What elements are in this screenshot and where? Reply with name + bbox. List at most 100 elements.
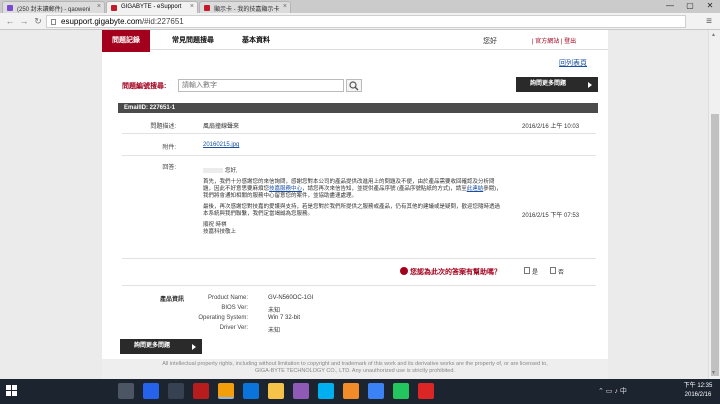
- no-checkbox[interactable]: [550, 267, 556, 274]
- tab-question-records[interactable]: 問題記錄: [102, 30, 150, 52]
- tab-title: GIGABYTE - eSupport: [121, 4, 182, 10]
- button-label: 詢問更多問題: [530, 81, 567, 87]
- upload-icon[interactable]: [368, 383, 384, 399]
- arrow-right-icon: [588, 82, 592, 88]
- footer-line-2: GIGA-BYTE TECHNOLOGY CO., LTD. Any unaut…: [255, 368, 455, 374]
- top-navigation: 問題記錄 常見問題搜尋 基本資料 您好 | 官方網站 | 登出: [102, 30, 608, 52]
- reply-salutation: 您好,: [225, 168, 238, 174]
- skype-icon[interactable]: [318, 383, 334, 399]
- search-label: 問題編號搜尋:: [122, 83, 167, 90]
- page-viewport: 問題記錄 常見問題搜尋 基本資料 您好 | 官方網站 | 登出 回列表頁 問題編…: [0, 30, 720, 379]
- search-button[interactable]: [346, 79, 362, 92]
- yes-label: 是: [532, 270, 539, 276]
- reload-icon[interactable]: ↻: [32, 15, 44, 27]
- esupport-page: 問題記錄 常見問題搜尋 基本資料 您好 | 官方網站 | 登出 回列表頁 問題編…: [102, 30, 608, 379]
- subject-label: 問題描述:: [150, 124, 176, 130]
- windows-start-icon[interactable]: [6, 385, 18, 397]
- explorer-icon[interactable]: [268, 383, 284, 399]
- tab-gigabyte-esupport[interactable]: GIGABYTE - eSupport ×: [106, 1, 198, 13]
- reply-paragraph-2: 最後，再次感謝您對技嘉的愛護與支持，若是您對於我們所提供之服務或產品，仍有其他的…: [203, 204, 501, 217]
- back-arrow-icon[interactable]: ←: [4, 15, 16, 27]
- close-window-button[interactable]: ✕: [700, 0, 720, 13]
- reply-text: ，請您再次來信告知，並提供產品序號 (產品序號貼紙的方式)，請至: [302, 186, 467, 192]
- service-center-link[interactable]: 技嘉服務中心: [269, 186, 302, 192]
- driver-ver-value: 未知: [268, 328, 281, 334]
- onenote-icon[interactable]: [293, 383, 309, 399]
- scroll-down-icon[interactable]: ▼: [711, 370, 716, 376]
- product-name-label: Product Name:: [207, 295, 248, 301]
- rss-icon[interactable]: [343, 383, 359, 399]
- yes-checkbox[interactable]: [524, 267, 530, 274]
- url-path: /#id:227651: [141, 17, 184, 26]
- official-site-logout-links[interactable]: | 官方網站 | 登出: [532, 36, 576, 45]
- page-scrollbar[interactable]: ▲ ▼: [708, 30, 720, 379]
- reply-sign-2: 技嘉科技敬上: [203, 229, 237, 235]
- clock-date: 2016/2/16: [684, 392, 712, 398]
- reply-label: 回答:: [162, 165, 176, 171]
- gigabyte-icon: [111, 5, 117, 11]
- line-icon[interactable]: [393, 383, 409, 399]
- this-link[interactable]: 此連結: [467, 186, 484, 192]
- tab-graphics-card[interactable]: 顯示卡 - 我的技嘉顯示卡 ×: [199, 1, 291, 13]
- helpful-feedback: 您認為此次的答案有幫助嗎？ 是 否: [400, 267, 590, 277]
- reply-date: 2016/2/15 下午 07:53: [522, 213, 580, 219]
- bios-ver-label: BIOS Ver:: [221, 305, 248, 311]
- close-icon[interactable]: ×: [190, 3, 194, 10]
- close-icon[interactable]: ×: [283, 3, 287, 10]
- tab-gmail[interactable]: (250 封未讀郵件) - qaoweni ×: [2, 1, 105, 13]
- greeting-text: 您好: [483, 38, 497, 45]
- tab-profile[interactable]: 基本資料: [242, 35, 270, 45]
- maximize-button[interactable]: ▢: [680, 0, 700, 13]
- no-label: 否: [558, 270, 565, 276]
- menu-icon[interactable]: ≡: [706, 16, 712, 27]
- copyright-footer: All intellectual property rights, includ…: [102, 359, 608, 379]
- edge-icon[interactable]: [243, 383, 259, 399]
- ask-more-questions-button-bottom[interactable]: 詢問更多問題: [120, 339, 202, 354]
- os-value: Win 7 32-bit: [268, 315, 301, 321]
- person-icon: [400, 267, 408, 275]
- bios-ver-value: 未知: [268, 308, 281, 314]
- divider: [122, 133, 596, 134]
- forward-arrow-icon[interactable]: →: [18, 15, 30, 27]
- button-label: 詢問更多問題: [134, 343, 171, 349]
- redacted-name: [203, 168, 223, 174]
- helpful-question: 您認為此次的答案有幫助嗎？: [410, 269, 501, 276]
- back-to-list-link[interactable]: 回列表頁: [559, 58, 587, 68]
- browser-tab-strip: (250 封未讀郵件) - qaoweni × GIGABYTE - eSupp…: [0, 0, 720, 13]
- reply-paragraph-1: 首先，我們十分感謝您的來信詢問，感謝您對本公司的產品提供改進用上的問題及不便，由…: [203, 179, 503, 200]
- scroll-thumb[interactable]: [711, 114, 719, 376]
- divider: [122, 155, 596, 156]
- windows-taskbar: ⌃ ▭ ♪ 中 下午 12:35 2016/2/16: [0, 379, 720, 404]
- ask-more-questions-button[interactable]: 詢問更多問題: [516, 77, 598, 92]
- reply-sign-1: 順祝 時祺: [203, 222, 227, 228]
- system-tray[interactable]: ⌃ ▭ ♪ 中: [598, 386, 627, 396]
- flash-icon[interactable]: [193, 383, 209, 399]
- taskbar-clock[interactable]: 下午 12:35 2016/2/16: [680, 382, 716, 400]
- footer-line-1: All intellectual property rights, includ…: [162, 361, 548, 367]
- store-icon[interactable]: [143, 383, 159, 399]
- chrome-icon[interactable]: [218, 383, 234, 399]
- tab-faq-search[interactable]: 常見問題搜尋: [172, 35, 214, 45]
- browser-toolbar: ← → ↻ esupport.gigabyte.com/#id:227651 ≡: [0, 13, 720, 30]
- attachment-link[interactable]: 20160215.jpg: [203, 142, 239, 148]
- clock-time: 下午 12:35: [683, 383, 713, 389]
- task-view-icon[interactable]: [118, 383, 134, 399]
- question-number-input[interactable]: [178, 79, 344, 92]
- page-icon: [51, 19, 56, 25]
- email-id-header: EmailID: 227651-1: [118, 103, 598, 113]
- driver-ver-label: Driver Ver:: [219, 325, 248, 331]
- attachment-label: 附件:: [162, 145, 176, 151]
- subject-date: 2016/2/16 上午 10:03: [522, 124, 580, 130]
- divider: [122, 285, 596, 286]
- terminal-icon[interactable]: [168, 383, 184, 399]
- reply-body: 您好, 首先，我們十分感謝您的來信詢問，感謝您對本公司的產品提供改進用上的問題及…: [203, 168, 503, 236]
- app-red-icon[interactable]: [418, 383, 434, 399]
- arrow-right-icon: [192, 344, 196, 350]
- gmail-icon: [7, 5, 13, 11]
- scroll-up-icon[interactable]: ▲: [711, 32, 716, 38]
- os-label: Operating System:: [198, 315, 248, 321]
- divider: [122, 258, 596, 259]
- address-bar[interactable]: esupport.gigabyte.com/#id:227651: [46, 15, 686, 28]
- close-icon[interactable]: ×: [97, 3, 101, 10]
- minimize-button[interactable]: —: [660, 0, 680, 13]
